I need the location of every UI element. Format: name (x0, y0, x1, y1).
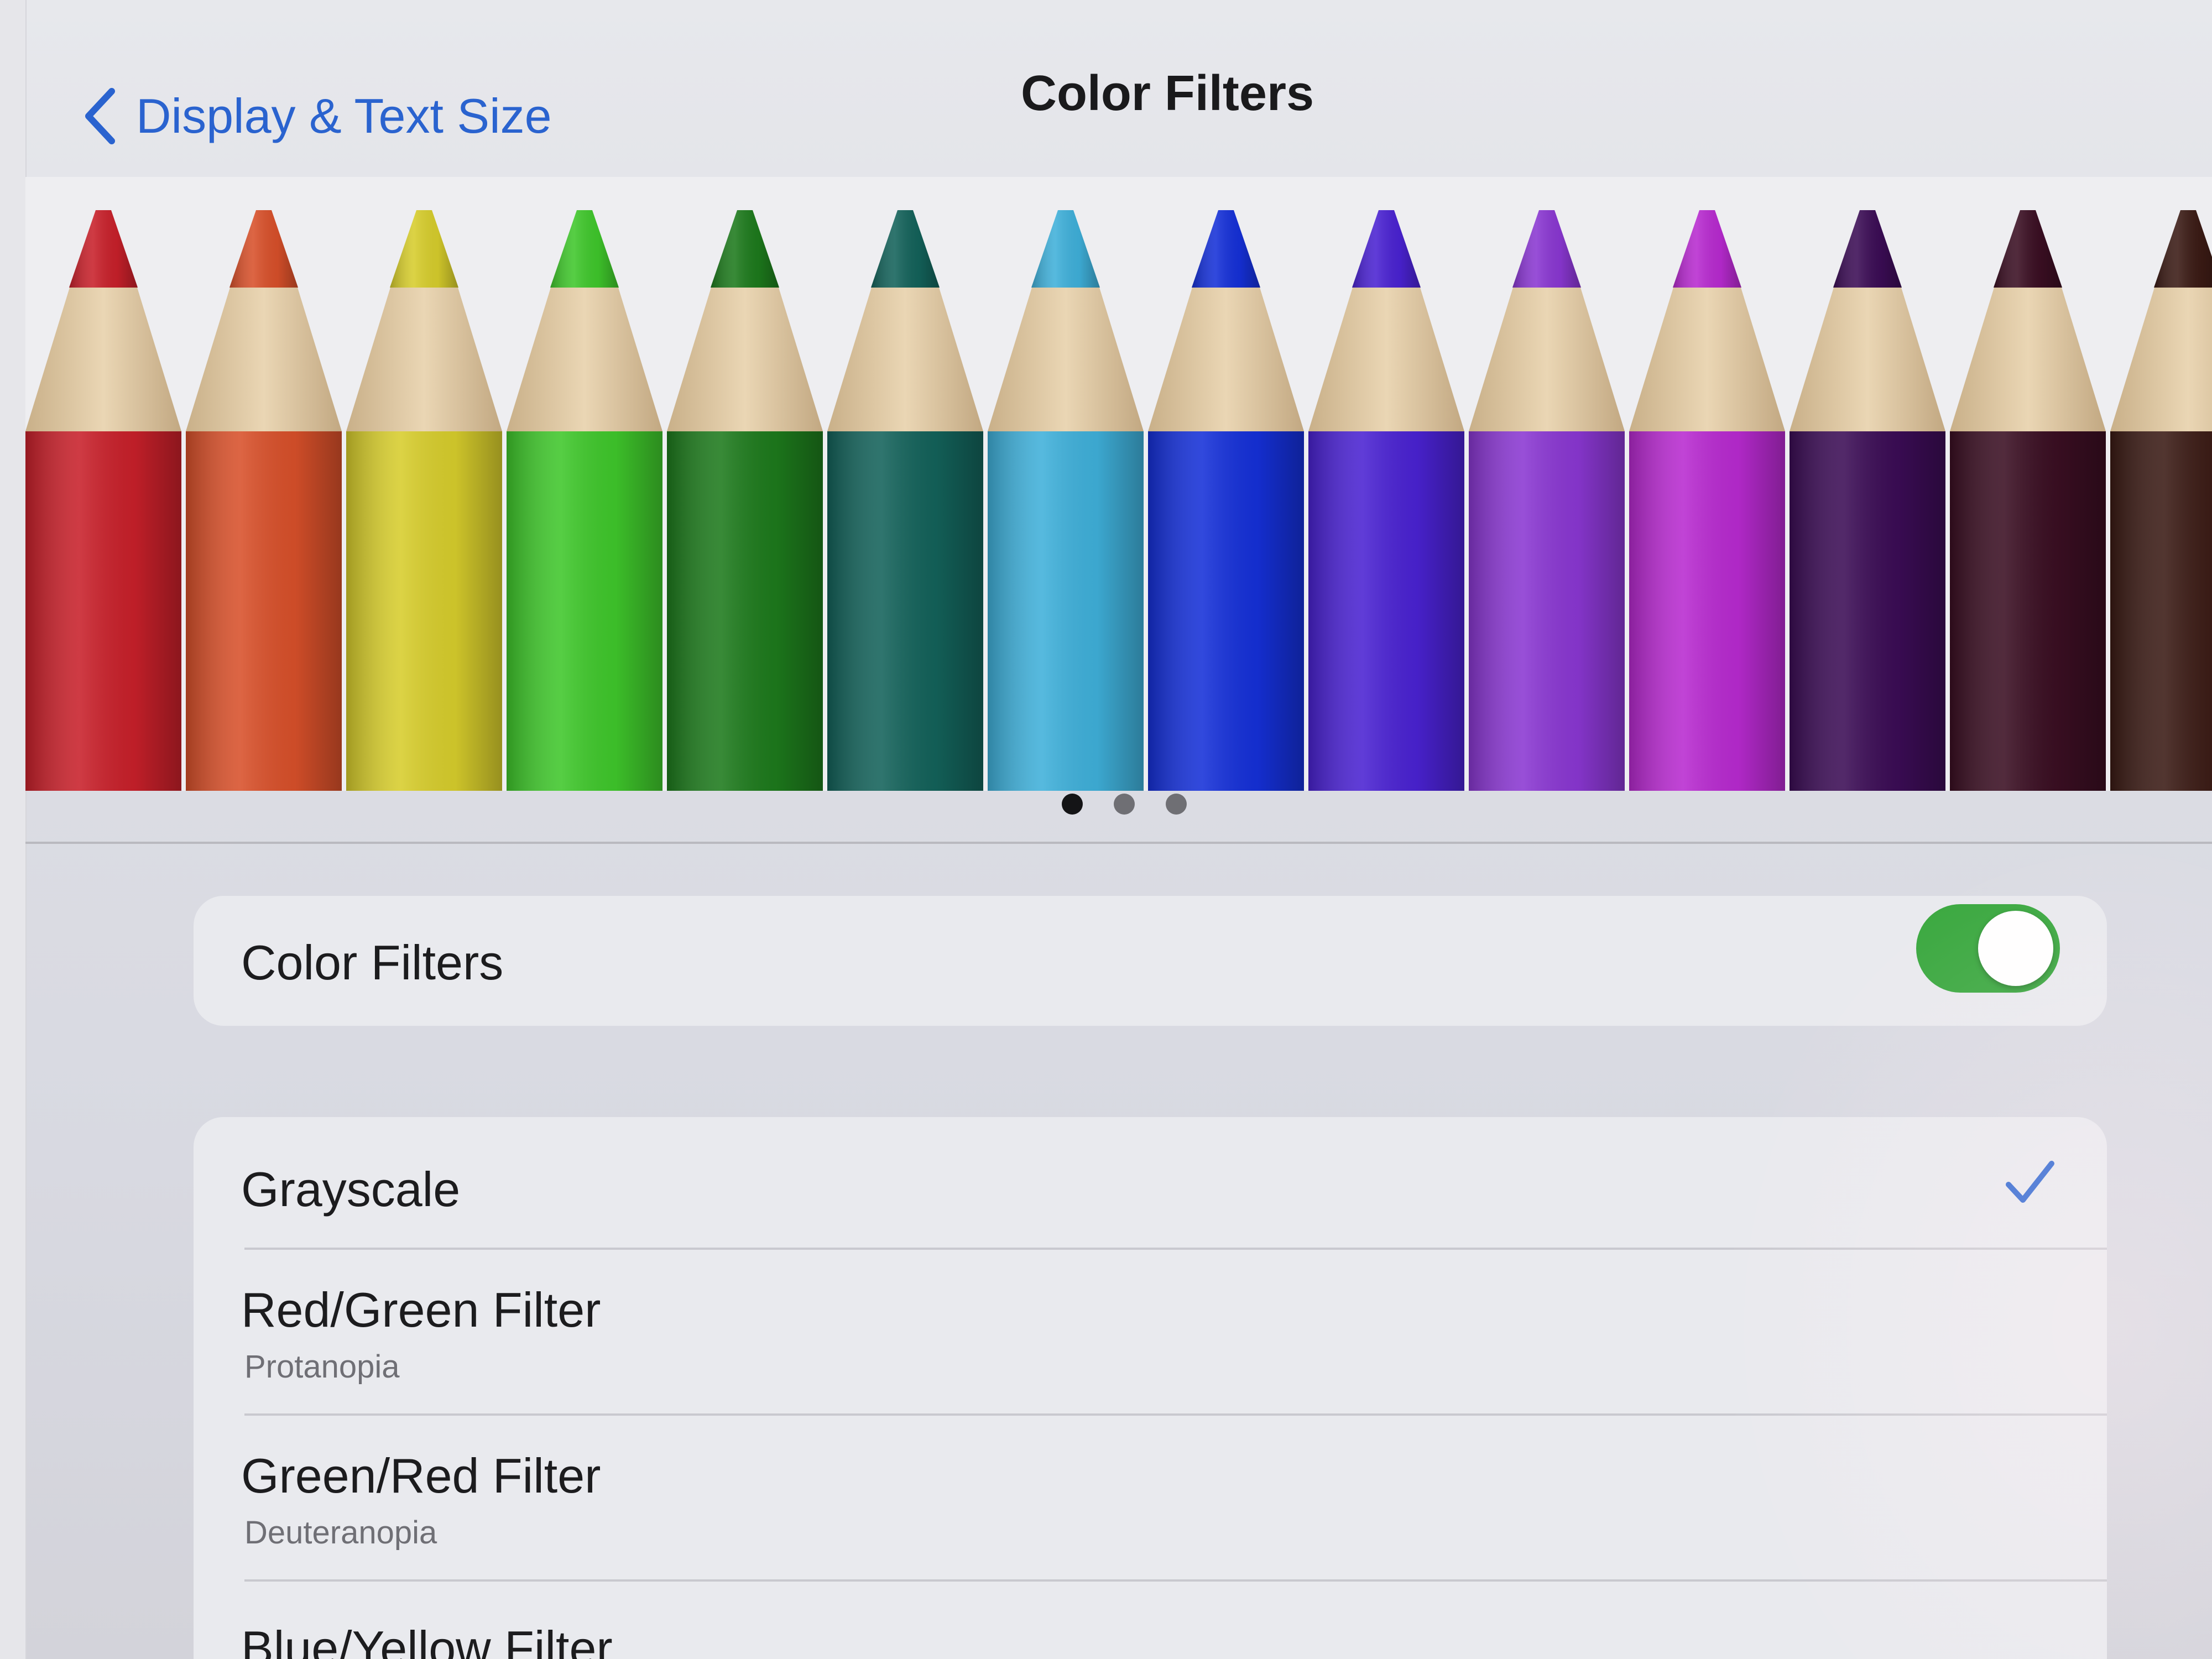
colored-pencils-image (25, 210, 2212, 791)
pencil (1308, 210, 1464, 791)
checkmark-icon (2006, 1161, 2054, 1203)
pencil (1148, 210, 1304, 791)
color-filters-switch[interactable] (1916, 904, 2060, 993)
filter-options-list: Grayscale Red/Green Filter Protanopia Gr… (194, 1117, 2107, 1659)
pencil (507, 210, 662, 791)
page-indicator[interactable] (1062, 787, 1206, 821)
divider (25, 842, 2212, 844)
pencil (667, 210, 823, 791)
color-filters-row[interactable]: Color Filters (194, 896, 2107, 1026)
pencil (2110, 210, 2212, 791)
option-label: Blue/Yellow Filter (241, 1621, 613, 1659)
pencil (186, 210, 342, 791)
pencil (1469, 210, 1625, 791)
page-dot[interactable] (1166, 794, 1187, 815)
option-label: Red/Green Filter (241, 1282, 601, 1337)
option-subtitle: Protanopia (244, 1349, 400, 1385)
pencil (1629, 210, 1785, 791)
option-subtitle: Deuteranopia (244, 1515, 437, 1551)
pencil (1790, 210, 1945, 791)
navigation-bar: Display & Text Size Color Filters (25, 0, 2212, 166)
chevron-left-icon (85, 88, 115, 144)
page-title: Color Filters (1020, 66, 1314, 121)
screen: Display & Text Size Color Filters Color … (0, 0, 2212, 1659)
pencil (25, 210, 181, 791)
back-button-label: Display & Text Size (136, 88, 552, 143)
color-filters-label: Color Filters (241, 935, 504, 990)
pencil (827, 210, 983, 791)
option-grayscale[interactable]: Grayscale (194, 1117, 2107, 1250)
option-red-green-filter[interactable]: Red/Green Filter Protanopia (194, 1250, 2107, 1416)
page-dot[interactable] (1114, 794, 1135, 815)
option-blue-yellow-filter[interactable]: Blue/Yellow Filter (194, 1582, 2107, 1659)
pencil (988, 210, 1144, 791)
option-green-red-filter[interactable]: Green/Red Filter Deuteranopia (194, 1416, 2107, 1582)
pencil (346, 210, 502, 791)
option-label: Green/Red Filter (241, 1448, 601, 1503)
page-dot[interactable] (1062, 794, 1083, 815)
sidebar-edge (0, 0, 27, 1659)
switch-knob (1978, 911, 2053, 986)
pencil (1950, 210, 2106, 791)
option-label: Grayscale (241, 1162, 461, 1217)
back-button[interactable]: Display & Text Size (81, 77, 552, 155)
color-filters-toggle-group: Color Filters (194, 896, 2107, 1026)
color-preview-carousel[interactable] (25, 177, 2212, 791)
